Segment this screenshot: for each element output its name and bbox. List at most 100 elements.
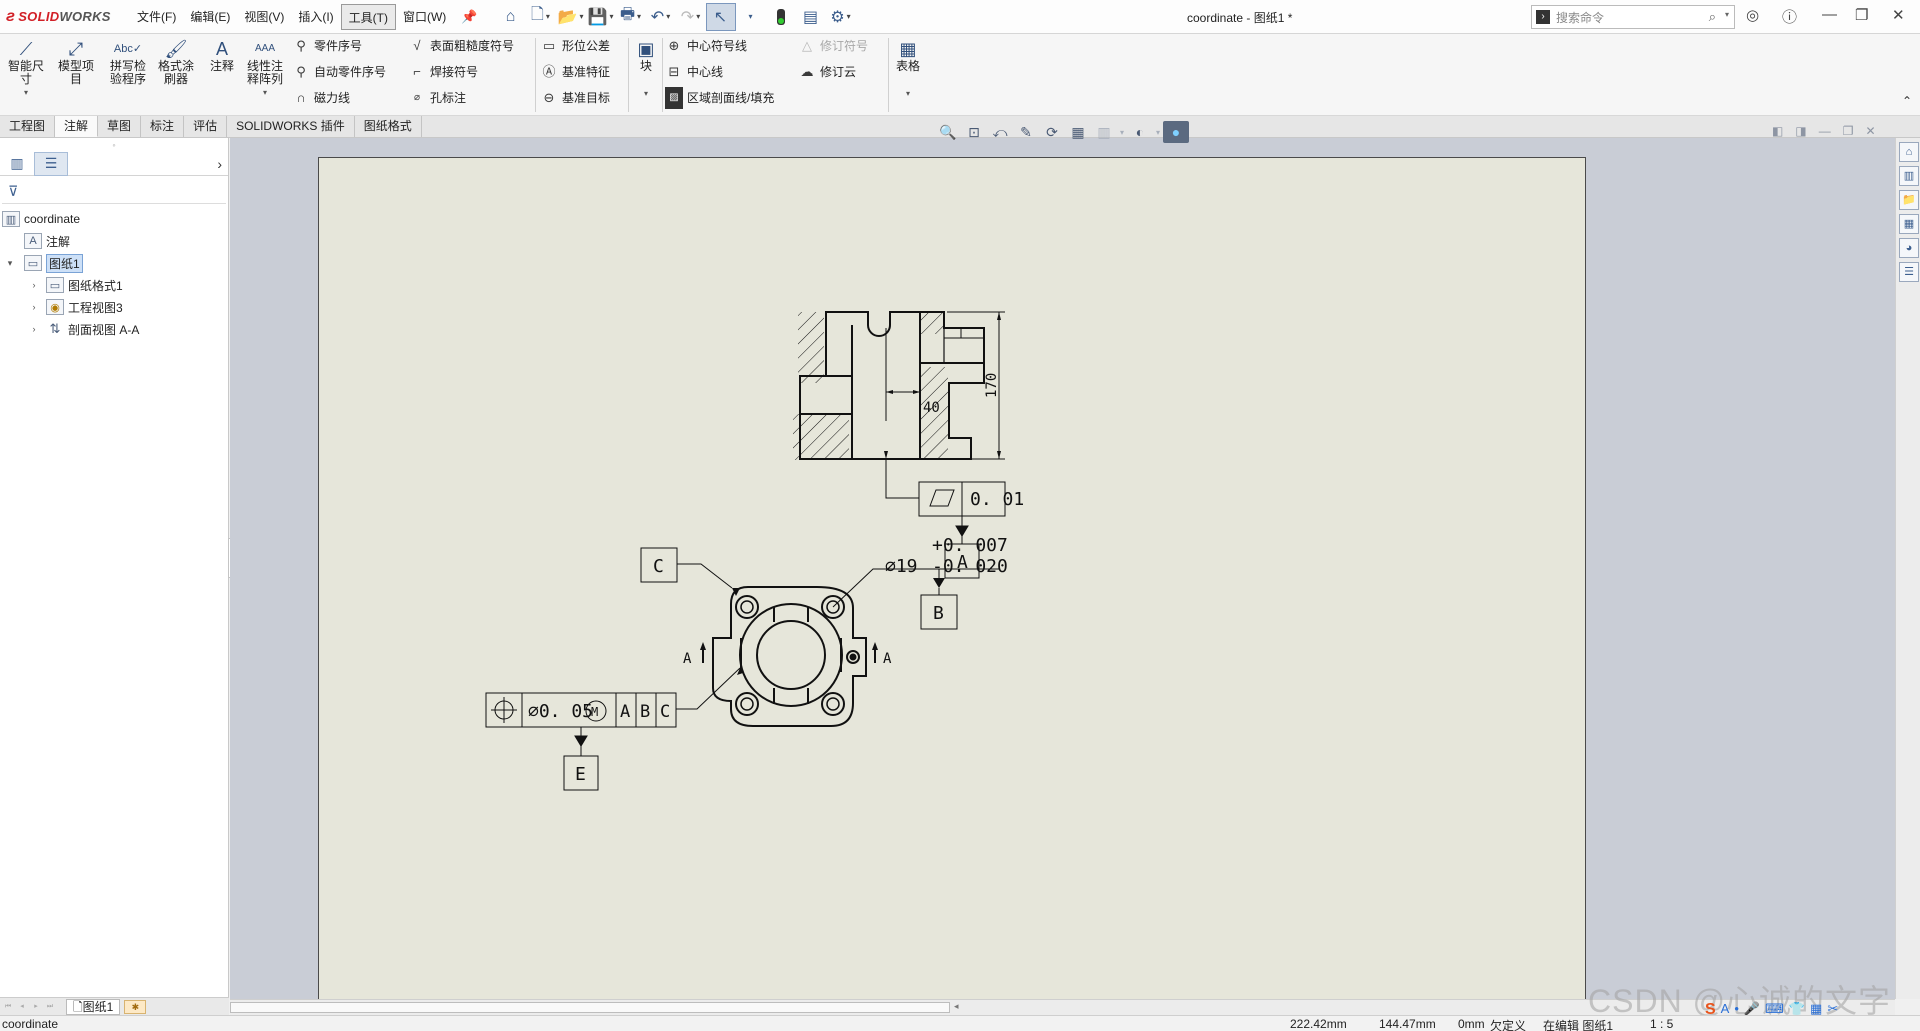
select-pointer-icon[interactable]: ↖ bbox=[705, 2, 736, 31]
tree-item-annotations[interactable]: A 注解 bbox=[0, 230, 228, 252]
sheet-tab-sheet1[interactable]: 🗋图纸1 bbox=[66, 998, 121, 1015]
note-button[interactable]: A 注释 bbox=[200, 38, 244, 73]
tab-addins[interactable]: SOLIDWORKS 插件 bbox=[227, 116, 355, 137]
tree-item-section-view-aa[interactable]: › ⇅ 剖面视图 A-A bbox=[0, 318, 228, 340]
tree-root[interactable]: ▥ coordinate bbox=[0, 208, 228, 230]
section-view-aa[interactable] bbox=[793, 311, 1005, 499]
doc-minimize-icon[interactable]: — bbox=[1819, 124, 1831, 138]
tree-item-sheet-format1[interactable]: › ▭ 图纸格式1 bbox=[0, 274, 228, 296]
display-dropdown-icon[interactable]: ▾ bbox=[1117, 121, 1127, 143]
feature-manager-tab-icon[interactable]: ▥ bbox=[0, 152, 34, 176]
geometric-tolerance-button[interactable]: ▭ 形位公差 bbox=[540, 35, 610, 57]
prev-sheet-icon[interactable]: ◂ bbox=[16, 1001, 28, 1013]
menu-edit[interactable]: 编辑(E) bbox=[183, 4, 237, 30]
revision-symbol-button[interactable]: △ 修订符号 bbox=[798, 35, 868, 57]
expand-arrow-icon[interactable]: › bbox=[28, 280, 40, 290]
drawing-sheet[interactable]: 40 170 0. 01 A A A C B +0. 007 ∅19 -0. 0… bbox=[318, 157, 1586, 999]
help-icon[interactable]: ⓘ bbox=[1782, 6, 1797, 27]
pan-icon[interactable]: ✎ bbox=[1013, 121, 1039, 143]
dimension-40-text[interactable]: 40 bbox=[923, 400, 940, 416]
expand-arrow-icon[interactable]: › bbox=[28, 324, 40, 334]
next-sheet-icon[interactable]: ▸ bbox=[30, 1001, 42, 1013]
tab-sketch[interactable]: 草图 bbox=[98, 116, 142, 137]
menu-insert[interactable]: 插入(I) bbox=[291, 4, 340, 30]
traffic-light-icon[interactable] bbox=[766, 3, 796, 31]
appearances-icon[interactable]: ◕ bbox=[1899, 238, 1919, 258]
select-dropdown-icon[interactable]: ▾ bbox=[736, 3, 766, 31]
hide-show-items-icon[interactable]: ◐ bbox=[1127, 121, 1153, 143]
tile-left-icon[interactable]: ◧ bbox=[1772, 124, 1783, 138]
tab-annotation[interactable]: 注解 bbox=[55, 116, 99, 137]
hole-callout-button[interactable]: ⌀ 孔标注 bbox=[408, 87, 466, 109]
property-manager-tab-icon[interactable]: ☰ bbox=[34, 151, 68, 176]
diameter-text[interactable]: ∅19 bbox=[885, 556, 918, 577]
tile-right-icon[interactable]: ◨ bbox=[1795, 124, 1806, 138]
note-pattern-dropdown-icon[interactable]: ▾ bbox=[243, 86, 287, 99]
smart-dimension-button[interactable]: ⟋ 智能尺寸 ▾ bbox=[4, 38, 48, 99]
panel-expand-arrow-icon[interactable]: › bbox=[217, 156, 222, 172]
smart-dimension-dropdown-icon[interactable]: ▾ bbox=[4, 86, 48, 99]
scroll-left-icon[interactable]: ◂ bbox=[954, 1001, 959, 1012]
doc-close-icon[interactable]: ✕ bbox=[1865, 124, 1875, 138]
table-button[interactable]: ▦ 表格 ▾ bbox=[886, 38, 930, 100]
file-explorer-icon[interactable]: 📁 bbox=[1899, 190, 1919, 210]
tab-markup[interactable]: 标注 bbox=[141, 116, 185, 137]
block-button[interactable]: ▣ 块 ▾ bbox=[628, 38, 664, 100]
tree-item-sheet1[interactable]: ▾ ▭ 图纸1 bbox=[0, 252, 228, 274]
dimension-170-text[interactable]: 170 bbox=[984, 373, 1000, 398]
collapse-ribbon-icon[interactable]: ⌃ bbox=[1902, 94, 1912, 108]
weld-symbol-button[interactable]: ⌐ 焊接符号 bbox=[408, 61, 478, 83]
options-gear-icon[interactable]: ⚙ ▾ bbox=[826, 3, 856, 31]
tolerance-lower[interactable]: -0. 020 bbox=[932, 556, 1008, 577]
zoom-to-area-icon[interactable]: ⊡ bbox=[961, 121, 987, 143]
magnetic-line-button[interactable]: ∩ 磁力线 bbox=[292, 87, 350, 109]
solidworks-logo[interactable]: ƨ SOLID WORKS bbox=[0, 8, 130, 26]
surface-finish-button[interactable]: √ 表面粗糙度符号 bbox=[408, 35, 514, 57]
print-icon[interactable]: 🖶 ▾ bbox=[616, 3, 646, 31]
view-display-icon[interactable]: ▦ bbox=[1065, 121, 1091, 143]
custom-properties-icon[interactable]: ☰ bbox=[1899, 262, 1919, 282]
menu-window[interactable]: 窗口(W) bbox=[396, 4, 453, 30]
scrollbar-thumb[interactable] bbox=[230, 1002, 950, 1013]
tolerance-upper[interactable]: +0. 007 bbox=[932, 535, 1008, 556]
undo-icon[interactable]: ↶ ▾ bbox=[646, 3, 676, 31]
design-library-icon[interactable]: ▥ bbox=[1899, 166, 1919, 186]
search-dropdown-icon[interactable]: ▾ bbox=[1725, 10, 1729, 19]
save-icon[interactable]: 💾 ▾ bbox=[586, 3, 616, 31]
add-sheet-icon[interactable]: ✱ bbox=[124, 999, 147, 1014]
zoom-to-fit-icon[interactable]: 🔍 bbox=[935, 121, 961, 143]
tree-item-drawing-view3[interactable]: › ◉ 工程视图3 bbox=[0, 296, 228, 318]
collapse-arrow-icon[interactable]: ▾ bbox=[4, 258, 16, 269]
center-mark-button[interactable]: ⊕ 中心符号线 bbox=[665, 35, 747, 57]
area-hatch-button[interactable]: ▨ 区域剖面线/填充 bbox=[665, 87, 774, 109]
panel-splitter-handle[interactable]: ◦ bbox=[0, 138, 228, 152]
close-window-icon[interactable]: ✕ bbox=[1892, 6, 1905, 24]
block-dropdown-icon[interactable]: ▾ bbox=[628, 87, 664, 100]
status-sheet-scale[interactable]: 1 : 5 bbox=[1650, 1017, 1673, 1031]
view-palette-icon[interactable]: ▦ bbox=[1899, 214, 1919, 234]
auto-balloon-button[interactable]: ⚲ 自动零件序号 bbox=[292, 61, 386, 83]
solidworks-resources-icon[interactable]: ⌂ bbox=[1899, 142, 1919, 162]
open-folder-icon[interactable]: 📂 ▾ bbox=[556, 3, 586, 31]
tab-sheet-format[interactable]: 图纸格式 bbox=[355, 116, 422, 137]
previous-view-icon[interactable]: ⤺ bbox=[987, 121, 1013, 143]
hide-show-dropdown-icon[interactable]: ▾ bbox=[1153, 121, 1163, 143]
user-account-icon[interactable]: ◎ bbox=[1746, 6, 1759, 24]
datum-feature-button[interactable]: Ⓐ 基准特征 bbox=[540, 61, 610, 83]
balloon-button[interactable]: ⚲ 零件序号 bbox=[292, 35, 362, 57]
last-sheet-icon[interactable]: ⏭ bbox=[44, 1001, 56, 1013]
appearance-globe-icon[interactable]: ● bbox=[1163, 121, 1189, 143]
tab-evaluate[interactable]: 评估 bbox=[184, 116, 228, 137]
linear-note-pattern-button[interactable]: AAA 线性注释阵列 ▾ bbox=[243, 38, 287, 99]
search-icon[interactable]: ⌕ bbox=[1709, 9, 1716, 25]
expand-arrow-icon[interactable]: › bbox=[28, 302, 40, 312]
section-view-toggle-icon[interactable]: ▥ bbox=[1091, 121, 1117, 143]
table-dropdown-icon[interactable]: ▾ bbox=[886, 87, 930, 100]
search-commands-field[interactable]: › 搜索命令 ⌕ ▾ bbox=[1531, 5, 1735, 29]
spell-checker-button[interactable]: Abc✓ 拼写检验程序 bbox=[106, 38, 150, 86]
restore-window-icon[interactable]: ❐ bbox=[1855, 6, 1868, 24]
redo-icon[interactable]: ↷ ▾ bbox=[676, 3, 706, 31]
menu-file[interactable]: 文件(F) bbox=[130, 4, 183, 30]
file-properties-icon[interactable]: ▤ bbox=[796, 3, 826, 31]
home-icon[interactable]: ⌂ bbox=[496, 3, 526, 31]
